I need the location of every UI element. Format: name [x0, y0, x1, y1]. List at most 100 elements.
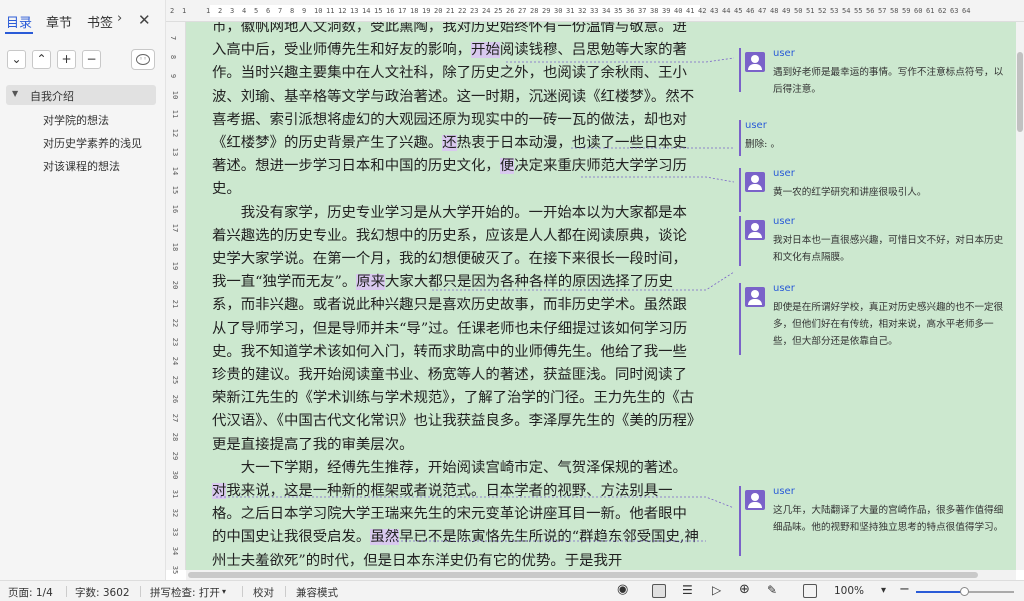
comment-anchor[interactable]: 便: [499, 158, 515, 175]
ruler-tick-label: 18: [410, 7, 419, 15]
ruler-tick-label: 16: [171, 204, 180, 214]
proofread-button[interactable]: 校对: [253, 585, 274, 600]
chevron-up-icon[interactable]: ⌃: [32, 50, 51, 69]
comment-anchor[interactable]: 还: [442, 135, 457, 152]
tab-bookmarks[interactable]: 书签: [87, 12, 113, 31]
ruler-tick-label: 28: [530, 7, 539, 15]
horizontal-scrollbar[interactable]: [186, 570, 1016, 580]
chevron-down-icon[interactable]: ▾: [881, 585, 886, 596]
add-icon[interactable]: +: [57, 50, 76, 69]
comment-author: user: [773, 216, 795, 227]
status-bar: 页面: 1/4 字数: 3602 拼写检查: 打开 ▾ 校对 兼容模式 ◉ ☰ …: [0, 580, 1024, 601]
comment-anchor[interactable]: 对: [212, 483, 227, 500]
toc-item-college[interactable]: 对学院的想法: [43, 112, 109, 128]
chevron-down-icon[interactable]: ⌄: [7, 50, 26, 69]
vertical-scrollbar[interactable]: [1016, 22, 1024, 570]
toc-item-history-literacy[interactable]: 对历史学素养的浅见: [43, 135, 142, 151]
comment-text[interactable]: 即使是在所谓好学校，真正对历史感兴趣的也不一定很多，但他们好在有传统，相对来说，…: [773, 299, 1005, 350]
document-page[interactable]: 市，徽帆网地人文洞数，受此熏陶，我对历史始终怀有一份温情与敬意。进入高中后，受业…: [186, 22, 734, 570]
comment-card[interactable]: user 遇到好老师是最幸运的事情。写作不注意标点符号，以后得注意。: [739, 48, 1007, 95]
ruler-tick-label: 49: [782, 7, 791, 15]
comment-anchor[interactable]: 原来: [356, 274, 386, 291]
comment-card[interactable]: user 我对日本也一直很感兴趣，可惜日文不好，对日本历史和文化有点隔膜。: [739, 216, 1007, 266]
text-run[interactable]: 大家大都只是因为各种各样的原因选择了历史系，而非兴趣。或者说此种兴趣只是喜欢历史…: [212, 274, 694, 452]
page-view-icon[interactable]: [652, 584, 666, 598]
tab-toc[interactable]: 目录: [6, 12, 32, 31]
expand-triangle-icon[interactable]: ▼: [12, 89, 18, 98]
comment-text[interactable]: 黄一农的红学研究和讲座很吸引人。: [773, 184, 1005, 201]
active-tab-underline: [5, 32, 33, 34]
comments-pane: user 遇到好老师是最幸运的事情。写作不注意标点符号，以后得注意。 user 删除:…: [734, 22, 1016, 570]
ruler-tick-label: 22: [171, 318, 180, 328]
page-indicator[interactable]: 页面: 1/4: [8, 585, 53, 600]
ruler-tick-label: 64: [962, 7, 971, 15]
paragraph[interactable]: 市，徽帆网地人文洞数，受此熏陶，我对历史始终怀有一份温情与敬意。进入高中后，受业…: [212, 22, 700, 202]
ruler-tick-label: 10: [314, 7, 323, 15]
text-run[interactable]: 大一下学期，经傅先生推荐，开始阅读宫崎市定、气贺泽保规的著述。: [241, 460, 687, 476]
word-count[interactable]: 字数: 3602: [75, 585, 130, 600]
pen-icon[interactable]: ✎: [767, 583, 777, 597]
zoom-level[interactable]: 100%: [834, 585, 864, 597]
ruler-tick-label: 35: [171, 565, 180, 575]
comment-card[interactable]: user 即使是在所谓好学校，真正对历史感兴趣的也不一定很多，但他们好在有传统，相…: [739, 283, 1007, 355]
play-icon[interactable]: ▷: [712, 583, 721, 597]
comment-text[interactable]: 我对日本也一直很感兴趣，可惜日文不好，对日本历史和文化有点隔膜。: [773, 232, 1005, 266]
horizontal-ruler[interactable]: 2 1 1 2 3 4 5 6 7 8 9 10 11 12 13 14 15 16 17 18 19 20 21 22 23 2…: [166, 0, 1024, 22]
fit-page-icon[interactable]: [803, 584, 817, 598]
comment-card[interactable]: user 黄一农的红学研究和讲座很吸引人。: [739, 168, 1007, 212]
ruler-tick-label: 19: [422, 7, 431, 15]
ruler-tick-label: 41: [686, 7, 695, 15]
ruler-tick-label: 7: [169, 35, 178, 41]
ruler-tick-label: 11: [326, 7, 335, 15]
vertical-ruler[interactable]: 7 8 9 10 11 12 13 14 15 16 17 18 19 20 21 22 23 24 25 26 27 2…: [166, 22, 186, 574]
comment-author: user: [773, 168, 795, 179]
chevron-down-icon[interactable]: ▾: [222, 587, 226, 596]
ruler-tick-label: 14: [362, 7, 371, 15]
toc-item-root[interactable]: ▼ 自我介绍: [6, 85, 156, 105]
avatar: [745, 172, 765, 192]
scroll-thumb[interactable]: [1017, 52, 1023, 132]
outline-view-icon[interactable]: ☰: [682, 583, 693, 597]
ruler-tick-label: 30: [171, 470, 180, 480]
web-view-icon[interactable]: ⊕: [739, 582, 750, 597]
tab-chapters[interactable]: 章节: [46, 12, 72, 31]
ruler-tick-label: 54: [842, 7, 851, 15]
zoom-slider[interactable]: [916, 587, 1014, 596]
smart-icon: ◦◦: [136, 54, 150, 65]
ruler-tick-label: 29: [542, 7, 551, 15]
minus-icon[interactable]: −: [82, 50, 101, 69]
comment-text[interactable]: 遇到好老师是最幸运的事情。写作不注意标点符号，以后得注意。: [773, 64, 1005, 98]
ruler-tick-label: 38: [650, 7, 659, 15]
comment-card[interactable]: user 这几年，大陆翻译了大量的宫崎作品，很多著作值得细细品味。他的视野和坚持独…: [739, 486, 1007, 556]
paragraph[interactable]: 我没有家学，历史专业学习是从大学开始的。一开始本以为大家都是本着兴趣选的历史专业…: [212, 202, 700, 457]
ruler-tick-label: 13: [350, 7, 359, 15]
ruler-tick-label: 45: [734, 7, 743, 15]
paragraph[interactable]: 大一下学期，经傅先生推荐，开始阅读宫崎市定、气贺泽保规的著述。对我来说，这是一种…: [212, 457, 700, 570]
document-body[interactable]: 市，徽帆网地人文洞数，受此熏陶，我对历史始终怀有一份温情与敬意。进入高中后，受业…: [212, 22, 700, 570]
comment-anchor[interactable]: 开始: [471, 42, 500, 59]
ruler-tick-label: 28: [171, 432, 180, 442]
toc-item-course[interactable]: 对该课程的想法: [43, 158, 120, 174]
zoom-slider-knob[interactable]: [960, 587, 969, 596]
comment-anchor[interactable]: 虽然: [370, 529, 400, 546]
chevron-right-icon[interactable]: ›: [117, 11, 122, 26]
eye-icon[interactable]: ◉: [617, 582, 628, 597]
ruler-tick-label: 52: [818, 7, 827, 15]
comment-author: user: [773, 283, 795, 294]
ruler-tick-label: 63: [950, 7, 959, 15]
ruler-tick-label: 18: [171, 242, 180, 252]
spell-check-toggle[interactable]: 拼写检查: 打开: [150, 585, 220, 600]
smart-toc-button[interactable]: ◦◦: [131, 49, 155, 70]
avatar: [745, 52, 765, 72]
ruler-tick-label: 26: [506, 7, 515, 15]
ruler-tick-label: 46: [746, 7, 755, 15]
comment-text[interactable]: 这几年，大陆翻译了大量的宫崎作品，很多著作值得细细品味。他的视野和坚持独立思考的…: [773, 502, 1005, 536]
ruler-tick-label: 1: [206, 7, 211, 15]
ruler-tick-label: 37: [638, 7, 647, 15]
comment-card[interactable]: user 删除: 。: [739, 120, 1007, 156]
comment-text[interactable]: 删除: 。: [745, 136, 977, 153]
zoom-out-icon[interactable]: −: [899, 582, 910, 597]
close-icon[interactable]: ✕: [138, 11, 151, 29]
ruler-tick-label: 24: [482, 7, 491, 15]
scroll-thumb[interactable]: [188, 572, 978, 578]
